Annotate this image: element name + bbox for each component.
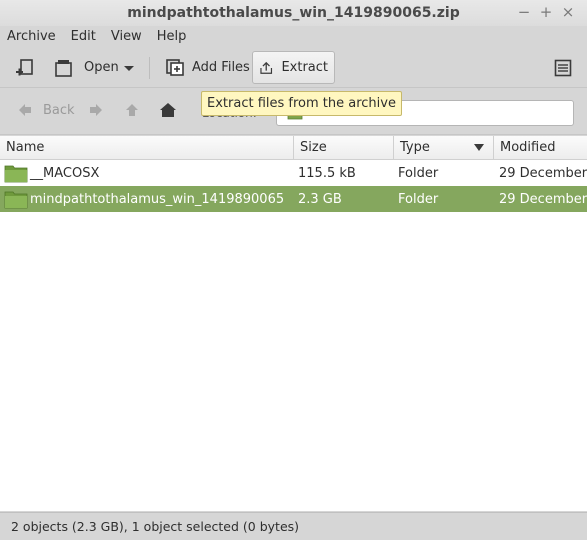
add-files-icon xyxy=(166,58,184,76)
column-header-size[interactable]: Size xyxy=(294,136,394,160)
row-modified: 29 December xyxy=(499,165,587,181)
menu-archive[interactable]: Archive xyxy=(7,29,56,44)
column-header-name-label: Name xyxy=(6,140,45,155)
column-header-type[interactable]: Type xyxy=(394,136,494,160)
chevron-down-icon xyxy=(124,65,134,71)
open-button[interactable]: Open xyxy=(46,51,125,84)
maximize-button[interactable]: + xyxy=(536,3,556,21)
close-button[interactable]: × xyxy=(558,3,578,21)
open-label: Open xyxy=(84,60,119,75)
menu-view[interactable]: View xyxy=(111,29,142,44)
row-name: mindpathtothalamus_win_1419890065 xyxy=(30,191,285,207)
forward-button[interactable] xyxy=(88,102,104,118)
back-button[interactable]: Back xyxy=(17,102,75,118)
arrow-up-icon xyxy=(126,104,138,116)
open-archive-icon xyxy=(55,59,72,77)
table-row[interactable]: __MACOSX 115.5 kB Folder 29 December xyxy=(0,160,587,186)
column-header-size-label: Size xyxy=(300,140,327,155)
row-type: Folder xyxy=(398,191,439,207)
row-name: __MACOSX xyxy=(30,165,100,181)
menu-bar: Archive Edit View Help xyxy=(0,26,587,46)
up-button[interactable] xyxy=(124,102,140,118)
menu-help[interactable]: Help xyxy=(157,29,187,44)
column-header-modified-label: Modified xyxy=(500,140,556,155)
extract-label: Extract xyxy=(281,60,328,75)
menu-edit[interactable]: Edit xyxy=(71,29,96,44)
folder-icon xyxy=(4,191,28,209)
toolbar: Open Add Files Extract xyxy=(0,48,587,88)
back-label: Back xyxy=(43,102,75,118)
row-size: 2.3 GB xyxy=(298,191,342,207)
extract-icon xyxy=(260,61,273,74)
column-header-modified[interactable]: Modified xyxy=(494,136,587,160)
status-bar: 2 objects (2.3 GB), 1 object selected (0… xyxy=(0,512,587,540)
open-dropdown-button[interactable] xyxy=(117,51,141,84)
table-row[interactable]: mindpathtothalamus_win_1419890065 2.3 GB… xyxy=(0,186,587,212)
title-bar[interactable]: mindpathtothalamus_win_1419890065.zip − … xyxy=(0,0,587,26)
archive-manager-window: mindpathtothalamus_win_1419890065.zip − … xyxy=(0,0,587,540)
home-icon xyxy=(160,103,176,117)
window-title: mindpathtothalamus_win_1419890065.zip xyxy=(127,5,460,21)
sort-descending-icon xyxy=(474,144,484,151)
extract-button[interactable]: Extract xyxy=(252,51,335,84)
folder-icon xyxy=(4,165,28,183)
file-list[interactable]: Name Size Type Modified __MACOSX 115.5 k… xyxy=(0,136,587,511)
home-button[interactable] xyxy=(159,102,177,118)
add-files-label: Add Files xyxy=(192,60,250,75)
row-modified: 29 December xyxy=(499,191,587,207)
add-files-button[interactable]: Add Files xyxy=(158,51,256,84)
arrow-right-icon xyxy=(90,104,102,116)
arrow-left-icon xyxy=(19,104,31,116)
toolbar-separator xyxy=(149,57,150,79)
row-size: 115.5 kB xyxy=(298,165,356,181)
column-header-type-label: Type xyxy=(400,140,430,155)
row-type: Folder xyxy=(398,165,439,181)
status-text: 2 objects (2.3 GB), 1 object selected (0… xyxy=(11,519,300,534)
new-archive-button[interactable] xyxy=(8,51,42,84)
column-header-name[interactable]: Name xyxy=(0,136,294,160)
archive-properties-button[interactable] xyxy=(547,51,579,84)
extract-tooltip: Extract files from the archive xyxy=(201,91,402,116)
list-details-icon xyxy=(554,59,572,76)
minimize-button[interactable]: − xyxy=(514,3,534,21)
new-archive-icon xyxy=(16,58,33,75)
